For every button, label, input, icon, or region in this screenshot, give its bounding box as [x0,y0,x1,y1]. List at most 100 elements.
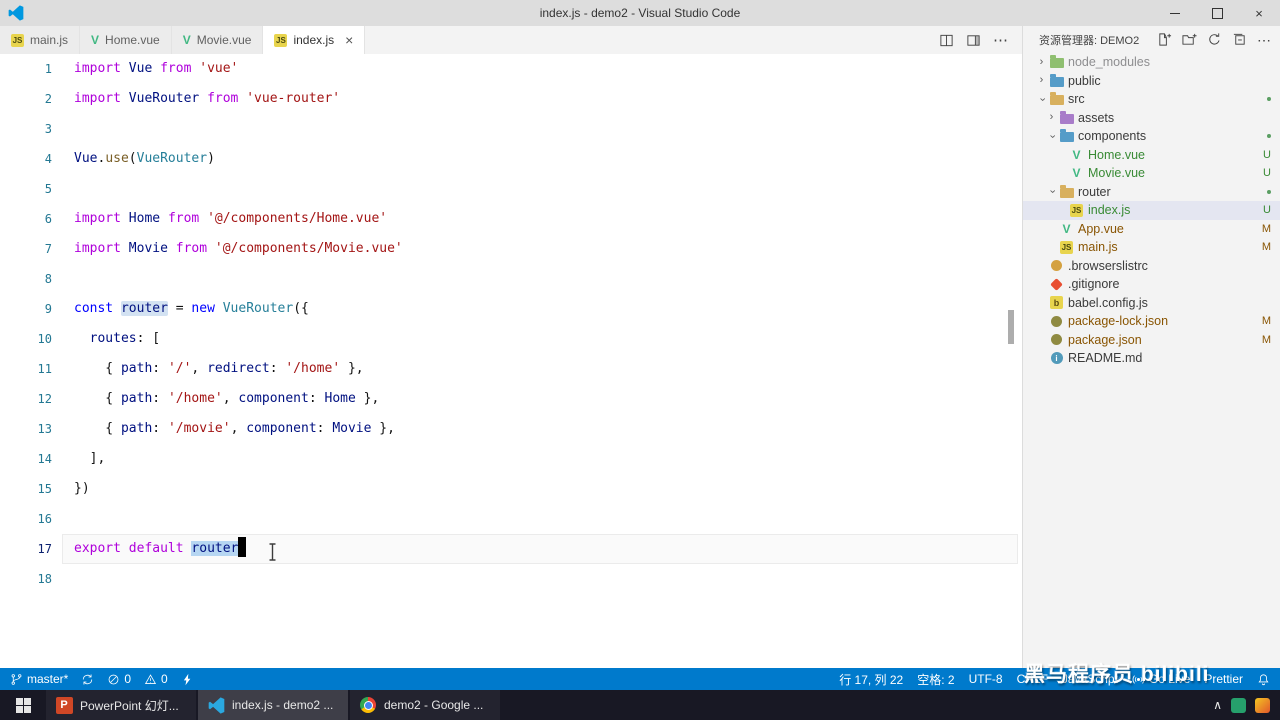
chevron-right-icon[interactable]: › [1045,112,1058,123]
tree-item-Home.vue[interactable]: V Home.vue U [1023,146,1280,165]
encoding[interactable]: UTF-8 [969,672,1003,686]
desktop: index.js - demo2 - Visual Studio Code × … [0,0,1280,720]
code-line[interactable]: 12 { path: '/home', component: Home }, [0,384,1022,414]
notifications[interactable] [1257,673,1270,686]
tree-item-.browserslistrc[interactable]: .browserslistrc [1023,257,1280,276]
tray-app-green[interactable] [1231,697,1246,713]
code-line[interactable]: 1 import Vue from 'vue' [0,54,1022,84]
line-number[interactable]: 3 [0,114,52,144]
code-line[interactable]: 3 [0,114,1022,144]
code-line[interactable]: 10 routes: [ [0,324,1022,354]
editor-more-button[interactable]: ⋯ [993,33,1008,48]
code-line[interactable]: 15}) [0,474,1022,504]
warnings[interactable]: 0 [144,672,168,686]
line-number[interactable]: 7 [0,234,52,264]
code-line[interactable]: 16 [0,504,1022,534]
maximize-button[interactable] [1196,0,1238,26]
tray-expand[interactable]: ∧ [1213,698,1222,712]
tab-index.js[interactable]: JS index.js × [263,26,366,54]
tree-item-assets[interactable]: › assets [1023,109,1280,128]
tab-Home.vue[interactable]: V Home.vue [80,26,172,54]
line-number[interactable]: 10 [0,324,52,354]
line-number[interactable]: 14 [0,444,52,474]
code-line[interactable]: 4 Vue.use(VueRouter) [0,144,1022,174]
line-number[interactable]: 2 [0,84,52,114]
tree-item-.gitignore[interactable]: .gitignore [1023,275,1280,294]
split-editor-button[interactable] [939,33,954,48]
git-branch[interactable]: master* [10,672,68,686]
code-line[interactable]: 8 [0,264,1022,294]
taskbar-chrome[interactable]: demo2 - Google ... [350,690,500,720]
live-share[interactable] [181,673,194,686]
line-number[interactable]: 16 [0,504,52,534]
cursor-position[interactable]: 行 17, 列 22 [839,671,903,688]
code-line[interactable]: 5 [0,174,1022,204]
tray-ime[interactable] [1255,697,1270,713]
chevron-right-icon[interactable]: › [1035,75,1048,86]
tab-Movie.vue[interactable]: V Movie.vue [171,26,264,54]
close-button[interactable]: × [1238,0,1280,26]
new-file-button[interactable] [1156,32,1172,48]
views-more-button[interactable]: ⋯ [1256,32,1272,48]
tree-item-App.vue[interactable]: V App.vue M [1023,220,1280,239]
tree-item-README.md[interactable]: i README.md [1023,349,1280,368]
code-line[interactable]: 14 ], [0,444,1022,474]
tree-item-main.js[interactable]: JS main.js M [1023,238,1280,257]
tree-item-components[interactable]: › components [1023,127,1280,146]
tree-item-label: index.js [1088,203,1131,218]
close-tab-icon[interactable]: × [345,33,353,47]
taskbar-powerpoint[interactable]: P PowerPoint 幻灯... [46,690,196,720]
code-line[interactable]: 7 import Movie from '@/components/Movie.v… [0,234,1022,264]
line-number[interactable]: 11 [0,354,52,384]
taskbar-vscode[interactable]: index.js - demo2 ... [198,690,348,720]
chevron-down-icon[interactable]: › [1035,94,1048,105]
tree-item-babel.config.js[interactable]: b babel.config.js [1023,294,1280,313]
chevron-right-icon[interactable]: › [1035,56,1048,68]
line-number[interactable]: 12 [0,384,52,414]
editor-layout-button[interactable] [966,33,981,48]
line-number[interactable]: 4 [0,144,52,174]
code-text: ], [74,451,106,466]
code-line[interactable]: 9 const router = new VueRouter({ [0,294,1022,324]
code-line[interactable]: 11 { path: '/', redirect: '/home' }, [0,354,1022,384]
line-number[interactable]: 8 [0,264,52,294]
line-number[interactable]: 17 [0,534,52,564]
code-line[interactable]: 17 export default router [0,534,1022,564]
code-line[interactable]: 13 { path: '/movie', component: Movie }, [0,414,1022,444]
code-line[interactable]: 2 import VueRouter from 'vue-router' [0,84,1022,114]
line-number[interactable]: 9 [0,294,52,324]
errors[interactable]: 0 [107,672,131,686]
tree-item-node_modules[interactable]: › node_modules [1023,53,1280,72]
start-button[interactable] [0,690,46,720]
line-number[interactable]: 13 [0,414,52,444]
tree-item-router[interactable]: › router [1023,183,1280,202]
collapse-folders-button[interactable] [1231,32,1247,48]
line-number[interactable]: 5 [0,174,52,204]
list-file-icon [1051,260,1062,272]
tree-item-package-lock.json[interactable]: package-lock.json M [1023,312,1280,331]
tree-item-public[interactable]: › public [1023,72,1280,91]
line-number[interactable]: 15 [0,474,52,504]
chevron-down-icon[interactable]: › [1045,186,1058,197]
code-line[interactable]: 18 [0,564,1022,594]
code-editor[interactable]: 1 import Vue from 'vue' 2 import VueRouter … [0,54,1022,668]
tree-item-src[interactable]: › src [1023,90,1280,109]
chevron-down-icon[interactable]: › [1045,131,1058,142]
tree-item-package.json[interactable]: package.json M [1023,331,1280,350]
refresh-explorer-button[interactable] [1206,32,1222,48]
tree-item-label: package-lock.json [1068,314,1169,329]
tab-main.js[interactable]: JS main.js [0,26,81,54]
line-number[interactable]: 18 [0,564,52,594]
sync-changes[interactable] [81,673,94,686]
prettier[interactable]: Prettier [1204,672,1243,686]
minimize-button[interactable] [1154,0,1196,26]
tree-item-index.js[interactable]: JS index.js U [1023,201,1280,220]
line-number[interactable]: 6 [0,204,52,234]
tree-item-Movie.vue[interactable]: V Movie.vue U [1023,164,1280,183]
new-folder-button[interactable] [1181,32,1197,48]
indentation[interactable]: 空格: 2 [917,671,954,688]
code-line[interactable]: 6 import Home from '@/components/Home.vue… [0,204,1022,234]
git-file-icon [1050,277,1063,291]
tab-label: index.js [293,33,335,47]
line-number[interactable]: 1 [0,54,52,84]
